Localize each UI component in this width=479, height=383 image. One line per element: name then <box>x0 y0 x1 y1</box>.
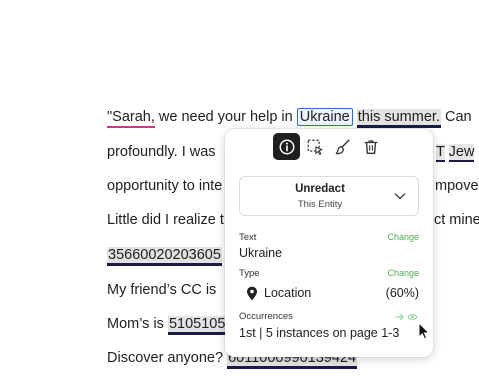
body-text: Discover anyone? <box>107 350 228 366</box>
mouse-cursor-icon <box>418 322 430 340</box>
dropdown-subtitle: This Entity <box>297 199 343 210</box>
popover-toolbar <box>225 129 433 163</box>
occurrences-label: Occurrences <box>239 311 293 322</box>
select-area-button[interactable] <box>301 133 328 160</box>
type-change-link[interactable]: Change <box>387 268 419 278</box>
redacted-span[interactable]: T <box>436 144 445 162</box>
type-value: Location <box>264 286 312 300</box>
occurrences-value: 1st | 5 instances on page 1-3 <box>239 326 400 340</box>
document-line: opportunity to inte <box>107 177 222 195</box>
document-line-right: mpove <box>435 177 479 195</box>
body-text: opportunity to inte <box>107 178 223 194</box>
redacted-span[interactable]: 35660020203605 <box>107 247 222 266</box>
document-line-right: ct mine <box>434 211 479 229</box>
document-line: My friend’s CC is <box>107 281 216 299</box>
body-text: mpove <box>435 178 479 194</box>
selected-entity[interactable]: Ukraine <box>296 108 353 126</box>
text-value: Ukraine <box>239 246 283 260</box>
document-line: 35660020203605 <box>107 246 222 266</box>
type-label: Type <box>239 268 260 279</box>
info-button[interactable] <box>273 133 300 160</box>
entity-popover: Unredact This Entity Text Change Ukraine… <box>225 129 433 357</box>
delete-button[interactable] <box>357 133 384 160</box>
document-line: Little did I realize t <box>107 211 224 229</box>
arrow-right-icon[interactable] <box>395 314 404 320</box>
highlighted-text[interactable]: "Sarah, <box>107 109 155 128</box>
occurrence-nav-icons[interactable] <box>395 312 419 322</box>
brush-button[interactable] <box>329 133 356 160</box>
redacted-span[interactable]: Jew <box>448 144 475 162</box>
text-change-link[interactable]: Change <box>387 232 419 242</box>
body-text: My friend’s CC is <box>107 282 217 298</box>
info-icon <box>279 139 294 154</box>
text-label: Text <box>239 232 257 243</box>
document-line: profoundly. I was <box>107 143 216 161</box>
redacted-span[interactable]: 5105105 <box>167 316 227 335</box>
eye-icon[interactable] <box>407 314 418 320</box>
document-line: "Sarah, we need your help in Ukraine thi… <box>107 108 472 128</box>
body-text: ct mine <box>434 212 479 228</box>
body-text: profoundly. I was <box>107 144 216 160</box>
body-text: Mom’s is <box>107 316 168 332</box>
body-text: we need your help in <box>154 109 297 125</box>
select-area-icon <box>307 139 323 155</box>
document-line: Mom’s is 5105105 <box>107 315 227 335</box>
document-line-right: T Jew <box>436 143 475 162</box>
chevron-down-icon <box>394 193 406 200</box>
body-text: Can <box>440 109 472 125</box>
dropdown-title: Unredact <box>295 183 345 195</box>
redacted-span[interactable]: this summer. <box>356 109 441 128</box>
brush-icon <box>335 139 350 154</box>
action-dropdown[interactable]: Unredact This Entity <box>239 176 419 216</box>
location-pin-icon <box>247 286 257 301</box>
body-text: Little did I realize t <box>107 212 224 228</box>
trash-icon <box>363 139 378 154</box>
type-confidence: (60%) <box>385 286 419 300</box>
